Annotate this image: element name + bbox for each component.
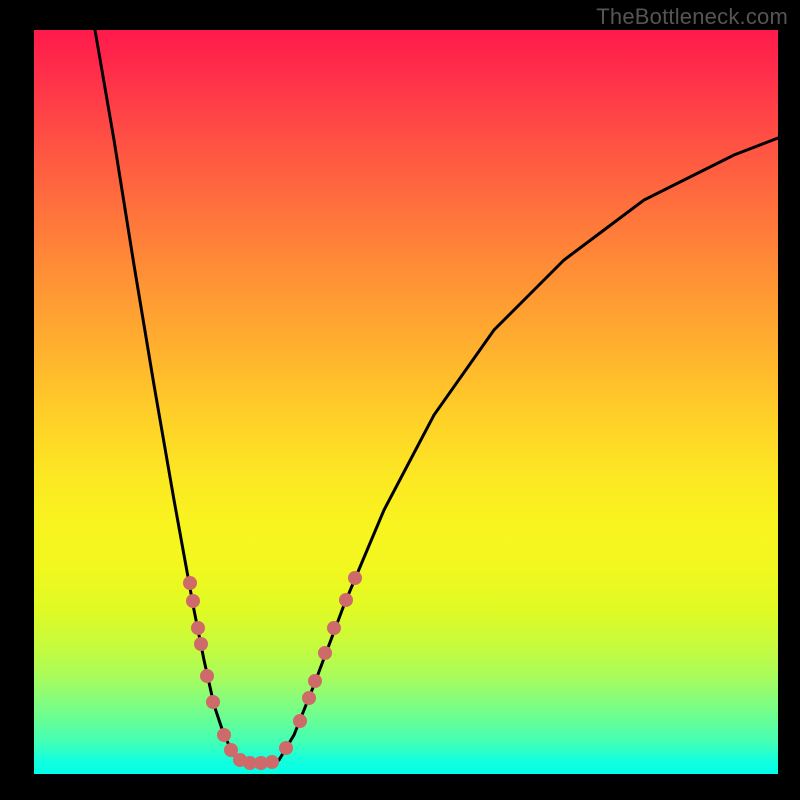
data-point <box>206 695 220 709</box>
series-right-curve <box>279 138 778 760</box>
data-point <box>293 714 307 728</box>
watermark-label: TheBottleneck.com <box>596 4 788 30</box>
curve-group <box>95 30 778 764</box>
marker-group <box>183 571 362 770</box>
data-point <box>191 621 205 635</box>
data-point <box>327 621 341 635</box>
data-point <box>194 637 208 651</box>
data-point <box>348 571 362 585</box>
data-point <box>339 593 353 607</box>
data-point <box>279 741 293 755</box>
chart-frame: TheBottleneck.com <box>0 0 800 800</box>
data-point <box>200 669 214 683</box>
data-point <box>265 755 279 769</box>
data-point <box>308 674 322 688</box>
data-point <box>318 646 332 660</box>
data-point <box>302 691 316 705</box>
data-point <box>183 576 197 590</box>
chart-svg <box>34 30 778 774</box>
data-point <box>186 594 200 608</box>
series-left-curve <box>95 30 239 760</box>
plot-area <box>34 30 778 774</box>
data-point <box>217 728 231 742</box>
